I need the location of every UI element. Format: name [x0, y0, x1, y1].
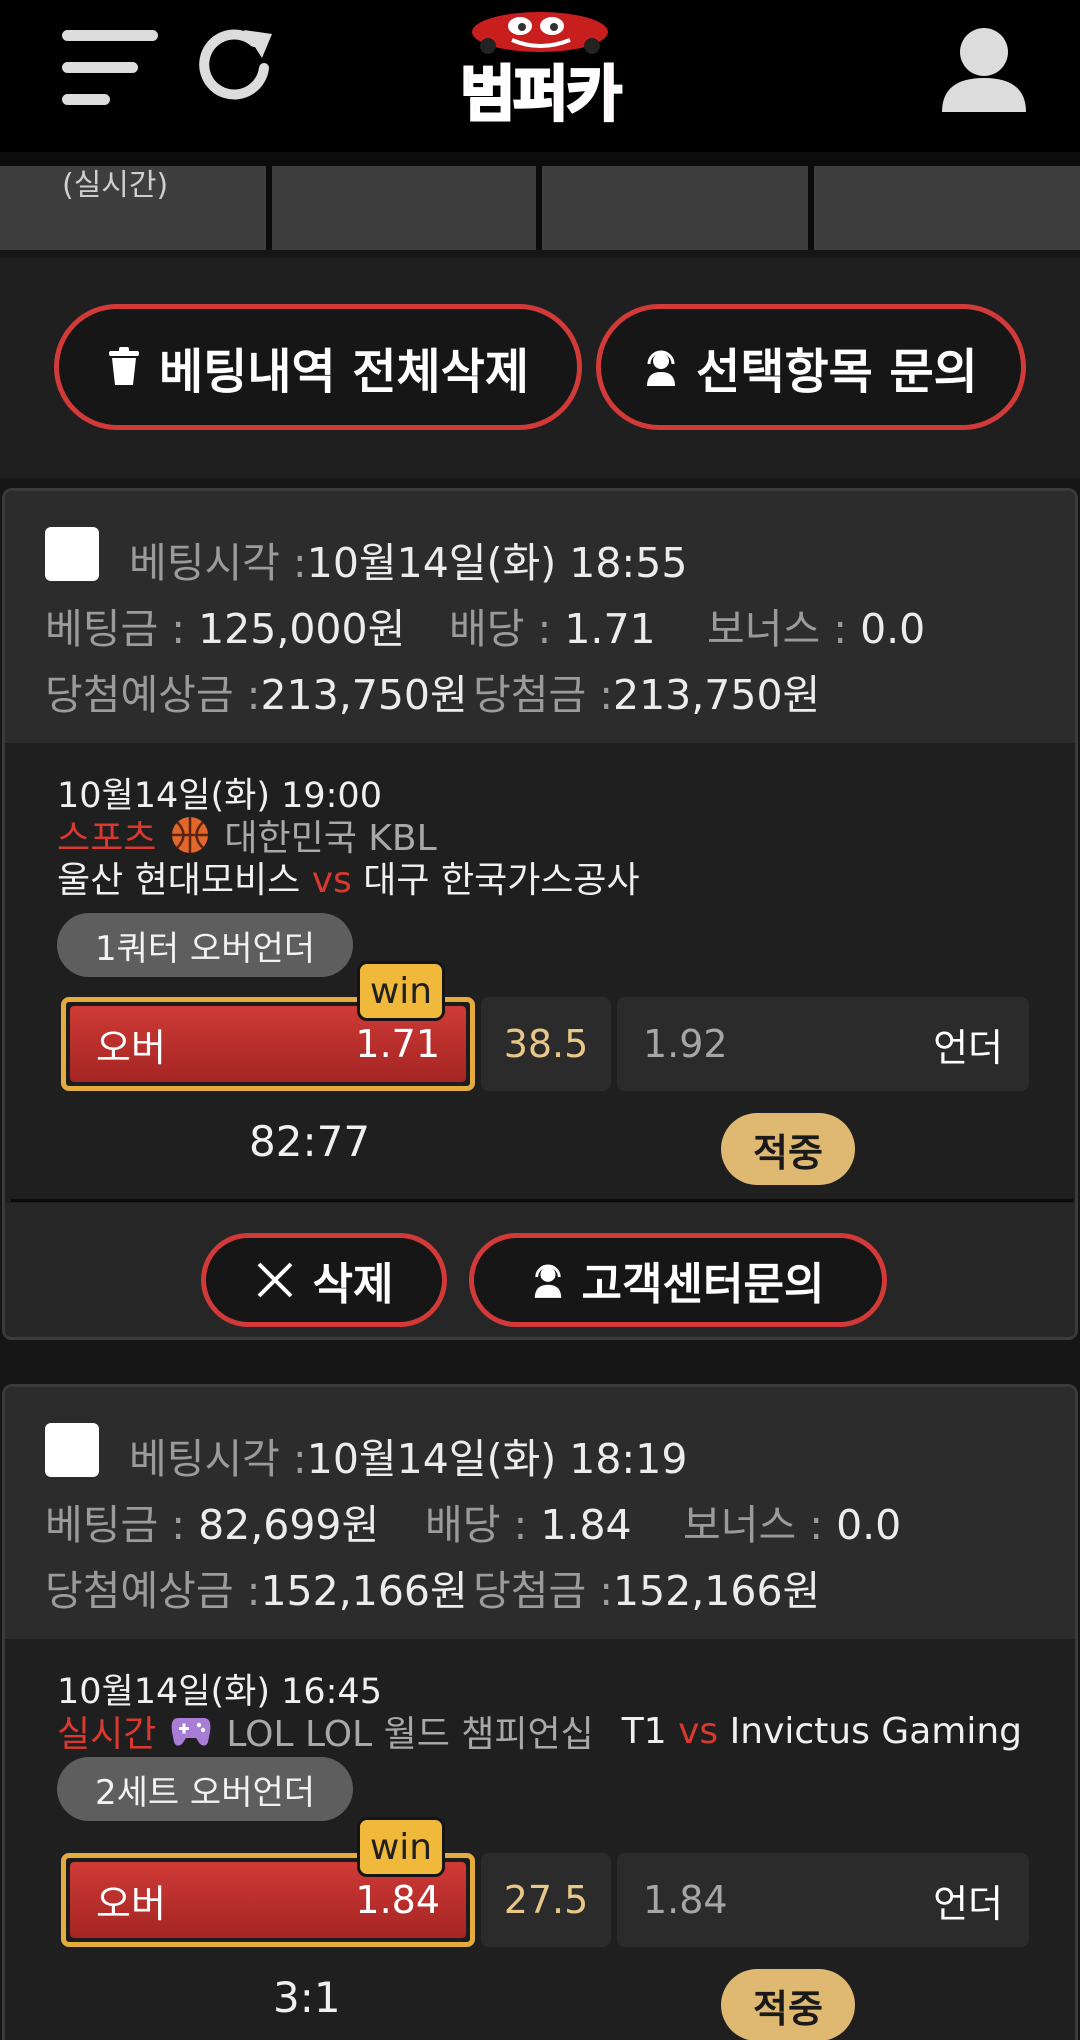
- bet-bonus: 보너스 : 0.0: [683, 1501, 902, 1549]
- inquiry-label: 선택항목 문의: [696, 344, 978, 400]
- tab-live[interactable]: (실시간): [0, 166, 266, 250]
- divider: [11, 1199, 1073, 1202]
- bet-card: 베팅시각 :10월14일(화) 18:19 베팅금 : 82,699원 배당 :…: [2, 1384, 1078, 2040]
- customer-center-button[interactable]: 고객센터문의: [469, 1233, 887, 1327]
- match-teams: 울산 현대모비스 vs 대구 한국가스공사: [57, 860, 640, 901]
- delete-bet-button[interactable]: 삭제: [201, 1233, 447, 1327]
- over-odds: 1.84: [355, 1878, 440, 1922]
- brand-logo[interactable]: 범퍼카: [440, 4, 640, 132]
- bet-bonus: 보너스 : 0.0: [707, 605, 926, 653]
- final-score: 3:1: [273, 1973, 341, 2022]
- menu-icon[interactable]: [62, 30, 158, 110]
- bet-odds: 배당 : 1.71: [449, 605, 656, 653]
- league-label: LOL LOL 월드 챔피언십: [226, 1714, 594, 1755]
- under-odds: 1.92: [643, 1022, 728, 1066]
- bet-time: 베팅시각 :10월14일(화) 18:55: [129, 539, 688, 587]
- bet-select-checkbox[interactable]: [45, 1423, 99, 1477]
- win-payout: 당첨금 :213,750원: [473, 671, 821, 719]
- market-badge: 1쿼터 오버언더: [57, 913, 353, 977]
- tab-label: (실시간): [62, 168, 169, 203]
- customer-center-label: 고객센터문의: [581, 1259, 825, 1310]
- bet-actions: 삭제 고객센터문의: [5, 1203, 1075, 1337]
- game-meta: 실시간 LOL LOL 월드 챔피언십 T1 vs Invictus Gamin…: [57, 1705, 1022, 1757]
- category-label: 실시간: [57, 1714, 157, 1755]
- result-badge: 적중: [721, 1969, 855, 2040]
- under-option[interactable]: 1.84 언더: [617, 1853, 1029, 1947]
- match-teams: T1 vs Invictus Gaming: [621, 1710, 1022, 1752]
- bulk-actions: 베팅내역 전체삭제 선택항목 문의: [0, 258, 1080, 478]
- over-label: 오버: [96, 1025, 166, 1070]
- headset-icon: [647, 350, 676, 386]
- category-tabs: (실시간): [0, 152, 1080, 250]
- market-badge: 2세트 오버언더: [57, 1757, 353, 1821]
- bet-odds: 배당 : 1.84: [425, 1501, 632, 1549]
- bet-detail: 10월14일(화) 16:45 실시간 LOL LOL 월드 챔피언십 T1 v…: [5, 1639, 1075, 2040]
- win-badge: win: [357, 961, 445, 1021]
- headset-icon: [534, 1264, 561, 1298]
- tab-2[interactable]: [272, 166, 536, 250]
- inquiry-button[interactable]: 선택항목 문의: [596, 304, 1026, 430]
- basketball-icon: [172, 817, 209, 853]
- refresh-icon[interactable]: [196, 24, 278, 106]
- bet-amount: 베팅금 : 125,000원: [45, 605, 406, 653]
- under-label: 언더: [933, 1881, 1003, 1926]
- gamepad-icon: [171, 1718, 211, 1746]
- over-odds: 1.71: [355, 1022, 440, 1066]
- handicap-line: 38.5: [481, 997, 611, 1091]
- over-label: 오버: [96, 1881, 166, 1926]
- app-header: 범퍼카: [0, 0, 1080, 152]
- close-icon: [257, 1262, 292, 1298]
- expected-payout: 당첨예상금 :213,750원: [45, 671, 468, 719]
- bet-select-checkbox[interactable]: [45, 527, 99, 581]
- under-label: 언더: [933, 1025, 1003, 1070]
- delete-all-button[interactable]: 베팅내역 전체삭제: [54, 304, 582, 430]
- final-score: 82:77: [249, 1117, 371, 1166]
- win-payout: 당첨금 :152,166원: [473, 1567, 821, 1615]
- bet-card: 베팅시각 :10월14일(화) 18:55 베팅금 : 125,000원 배당 …: [2, 488, 1078, 1340]
- bet-time: 베팅시각 :10월14일(화) 18:19: [129, 1435, 688, 1483]
- result-badge: 적중: [721, 1113, 855, 1185]
- delete-bet-label: 삭제: [312, 1259, 394, 1310]
- tab-4[interactable]: [814, 166, 1080, 250]
- bet-summary: 베팅시각 :10월14일(화) 18:55 베팅금 : 125,000원 배당 …: [5, 491, 1075, 743]
- handicap-line: 27.5: [481, 1853, 611, 1947]
- logo-text: 범퍼카: [459, 59, 624, 132]
- bet-amount: 베팅금 : 82,699원: [45, 1501, 380, 1549]
- under-option[interactable]: 1.92 언더: [617, 997, 1029, 1091]
- bet-summary: 베팅시각 :10월14일(화) 18:19 베팅금 : 82,699원 배당 :…: [5, 1387, 1075, 1639]
- expected-payout: 당첨예상금 :152,166원: [45, 1567, 468, 1615]
- win-badge: win: [357, 1817, 445, 1877]
- user-icon[interactable]: [938, 22, 1030, 114]
- under-odds: 1.84: [643, 1878, 728, 1922]
- delete-all-label: 베팅내역 전체삭제: [159, 344, 529, 400]
- tab-3[interactable]: [542, 166, 808, 250]
- trash-icon: [109, 347, 139, 385]
